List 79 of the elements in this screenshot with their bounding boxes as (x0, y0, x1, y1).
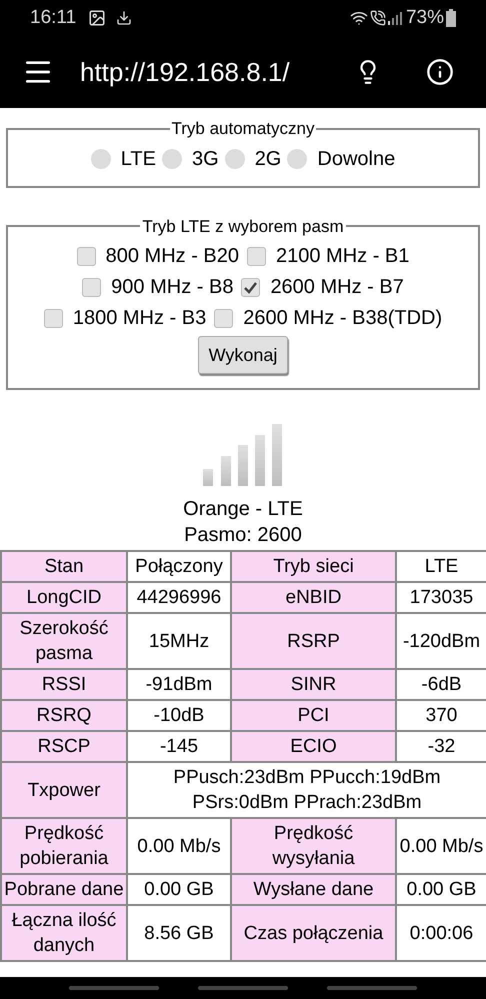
value-cell: LTE (396, 551, 486, 582)
checkbox-label: 800 MHz - B20 (106, 244, 239, 269)
value-cell: -32 (396, 731, 486, 762)
value-cell: PPusch:23dBm PPucch:19dBm PSrs:0dBm PPrach:23dBm (127, 762, 486, 818)
checkbox-label: 2100 MHz - B1 (276, 244, 410, 269)
radio-button[interactable] (162, 148, 182, 168)
checkbox-label: 2600 MHz - B38(TDD) (243, 306, 442, 331)
label-cell: SINR (231, 669, 396, 700)
value-cell: 0.00 GB (396, 874, 486, 905)
status-time: 16:11 (30, 6, 76, 30)
nav-handle[interactable] (198, 986, 288, 990)
signal-strength-icon (388, 11, 402, 25)
label-cell: Wysłane dane (231, 874, 396, 905)
value-cell: -10dB (127, 700, 231, 731)
checkbox[interactable] (247, 247, 266, 266)
label-cell: LongCID (1, 582, 127, 613)
url-title: http://192.168.8.1/ (80, 56, 290, 88)
radio-button[interactable] (287, 148, 308, 168)
checkbox[interactable] (241, 278, 260, 297)
label-cell: Czas połączenia (231, 905, 396, 961)
group-legend: Tryb LTE z wyborem pasm (140, 214, 346, 239)
nav-handle[interactable] (69, 986, 160, 990)
checkbox[interactable] (44, 309, 63, 328)
band-text: Pasmo: 2600 (184, 523, 302, 548)
label-cell: RSRQ (1, 700, 127, 731)
label-cell: Prędkość wysyłania (231, 818, 396, 874)
label-cell: Pobrane dane (1, 874, 127, 905)
radio-label: LTE (120, 146, 156, 172)
operator-text: Orange - LTE (183, 497, 303, 522)
label-cell: ECIO (231, 731, 396, 762)
value-cell: -120dBm (396, 613, 486, 669)
checkbox[interactable] (76, 247, 96, 266)
call-icon (370, 10, 386, 26)
checkbox-label: 900 MHz - B8 (111, 275, 234, 300)
execute-button[interactable]: Wykonaj (198, 336, 288, 374)
value-cell: 0.00 GB (127, 874, 231, 905)
value-cell: -6dB (396, 669, 486, 700)
label-cell: RSSI (1, 669, 127, 700)
radio-label: Dowolne (317, 146, 396, 172)
value-cell: 0.00 Mb/s (127, 818, 231, 874)
value-cell: 173035 (396, 582, 486, 613)
info-button[interactable] (424, 56, 456, 88)
radio-button[interactable] (90, 148, 111, 168)
value-cell: 370 (396, 700, 486, 731)
radio-button[interactable] (224, 148, 245, 168)
battery-icon (446, 9, 456, 27)
radio-label: 2G (254, 146, 282, 172)
gallery-icon (88, 9, 106, 27)
checkbox-label: 2600 MHz - B7 (270, 275, 404, 300)
label-cell: Tryb sieci (231, 551, 396, 582)
value-cell: Połączony (127, 551, 231, 582)
battery-percent: 73% (406, 6, 444, 30)
label-cell: RSRP (231, 613, 396, 669)
value-cell: -145 (127, 731, 231, 762)
label-cell: Stan (1, 551, 127, 582)
label-cell: Szerokość pasma (1, 613, 127, 669)
nav-handle[interactable] (326, 986, 417, 990)
value-cell: 44296996 (127, 582, 231, 613)
checkbox[interactable] (214, 309, 234, 328)
value-cell: 0:00:06 (396, 905, 486, 961)
label-cell: RSCP (1, 731, 127, 762)
label-cell: eNBID (231, 582, 396, 613)
label-cell: Txpower (1, 762, 127, 818)
value-cell: 0.00 Mb/s (396, 818, 486, 874)
radio-label: 3G (192, 146, 219, 172)
label-cell: Prędkość pobierania (1, 818, 127, 874)
value-cell: 8.56 GB (127, 905, 231, 961)
check-icon (244, 281, 258, 294)
label-cell: Łączna ilość danych (1, 905, 127, 961)
value-cell: -91dBm (127, 669, 231, 700)
group-legend: Tryb automatyczny (170, 116, 316, 142)
checkbox-label: 1800 MHz - B3 (72, 306, 206, 331)
info-icon (426, 58, 454, 86)
download-icon (116, 10, 132, 26)
signal-bars-icon (203, 424, 283, 486)
label-cell: PCI (231, 700, 396, 731)
checkbox[interactable] (82, 278, 102, 297)
value-cell: 15MHz (127, 613, 231, 669)
wifi-icon (350, 9, 368, 27)
